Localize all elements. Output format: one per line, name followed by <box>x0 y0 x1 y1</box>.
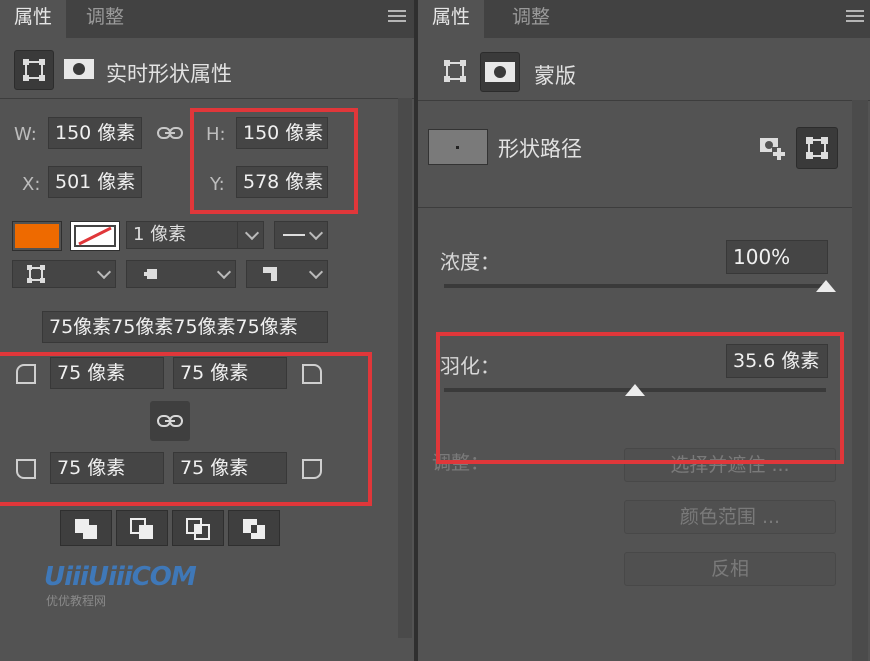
intersect-shapes-button[interactable] <box>172 510 224 546</box>
density-slider[interactable] <box>444 284 826 288</box>
properties-panel-right: 属性 调整 蒙版 形状路径 浓度： 100% 羽化： 35.6 像素 调整： 选… <box>418 0 870 661</box>
mask-properties-icon[interactable] <box>480 52 520 92</box>
watermark-logo: UiiiUiiiCOM <box>44 562 197 592</box>
watermark-text: 优优教程网 <box>46 594 107 608</box>
stroke-cap-dropdown[interactable] <box>126 260 236 288</box>
stroke-corner-dropdown[interactable] <box>246 260 328 288</box>
width-field[interactable]: 150 像素 <box>48 117 142 149</box>
add-pixel-mask-icon[interactable] <box>756 133 790 163</box>
highlight-box-feather <box>436 332 844 464</box>
shape-properties-icon[interactable] <box>436 52 474 90</box>
panel-menu-icon[interactable] <box>388 10 406 24</box>
vector-mask-thumbnail[interactable] <box>428 129 488 165</box>
mask-properties-icon[interactable] <box>60 50 98 88</box>
invert-button[interactable]: 反相 <box>624 552 836 586</box>
align-edges-dropdown[interactable] <box>12 260 116 288</box>
stroke-width-value: 1 像素 <box>133 224 187 245</box>
subtract-front-shape-button[interactable] <box>116 510 168 546</box>
stroke-color-swatch[interactable] <box>70 221 120 251</box>
stroke-width-dropdown[interactable]: 1 像素 <box>126 221 264 249</box>
mask-name-label: 形状路径 <box>498 137 582 161</box>
header-label: 实时形状属性 <box>106 62 232 86</box>
tab-adjustments[interactable]: 调整 <box>498 0 564 38</box>
density-slider-thumb[interactable] <box>816 280 836 292</box>
corner-radii-summary-field[interactable]: 75像素75像素75像素75像素 <box>42 311 328 343</box>
tab-properties[interactable]: 属性 <box>0 0 67 38</box>
link-icon[interactable] <box>156 122 184 144</box>
properties-panel-left: 属性 调整 实时形状属性 W: 150 像素 H: 150 像素 X: 501 … <box>0 0 414 661</box>
mask-info-row: 形状路径 <box>418 101 852 208</box>
color-range-button[interactable]: 颜色范围 ... <box>624 500 836 534</box>
header-label: 蒙版 <box>534 64 576 88</box>
density-label: 浓度： <box>440 250 500 274</box>
x-field[interactable]: 501 像素 <box>48 166 142 198</box>
live-shape-header: 实时形状属性 <box>0 38 414 99</box>
stroke-type-dropdown[interactable] <box>274 221 328 249</box>
combine-shapes-button[interactable] <box>60 510 112 546</box>
exclude-overlap-button[interactable] <box>228 510 280 546</box>
scrollbar[interactable] <box>852 100 868 661</box>
density-field[interactable]: 100% <box>726 240 828 274</box>
tab-adjustments[interactable]: 调整 <box>72 0 138 38</box>
panel-menu-icon[interactable] <box>846 10 864 24</box>
width-label: W: <box>14 124 37 145</box>
add-vector-mask-icon[interactable] <box>796 127 838 169</box>
x-label: X: <box>22 174 41 195</box>
highlight-box-size <box>190 108 358 214</box>
highlight-box-corners <box>0 352 372 506</box>
mask-header: 蒙版 <box>418 38 870 101</box>
fill-color-swatch[interactable] <box>12 221 62 251</box>
shape-properties-icon[interactable] <box>14 50 54 90</box>
tab-bar: 属性 调整 <box>0 0 414 38</box>
scrollbar[interactable] <box>398 98 412 638</box>
tab-properties[interactable]: 属性 <box>418 0 485 38</box>
tab-bar: 属性 调整 <box>418 0 870 38</box>
